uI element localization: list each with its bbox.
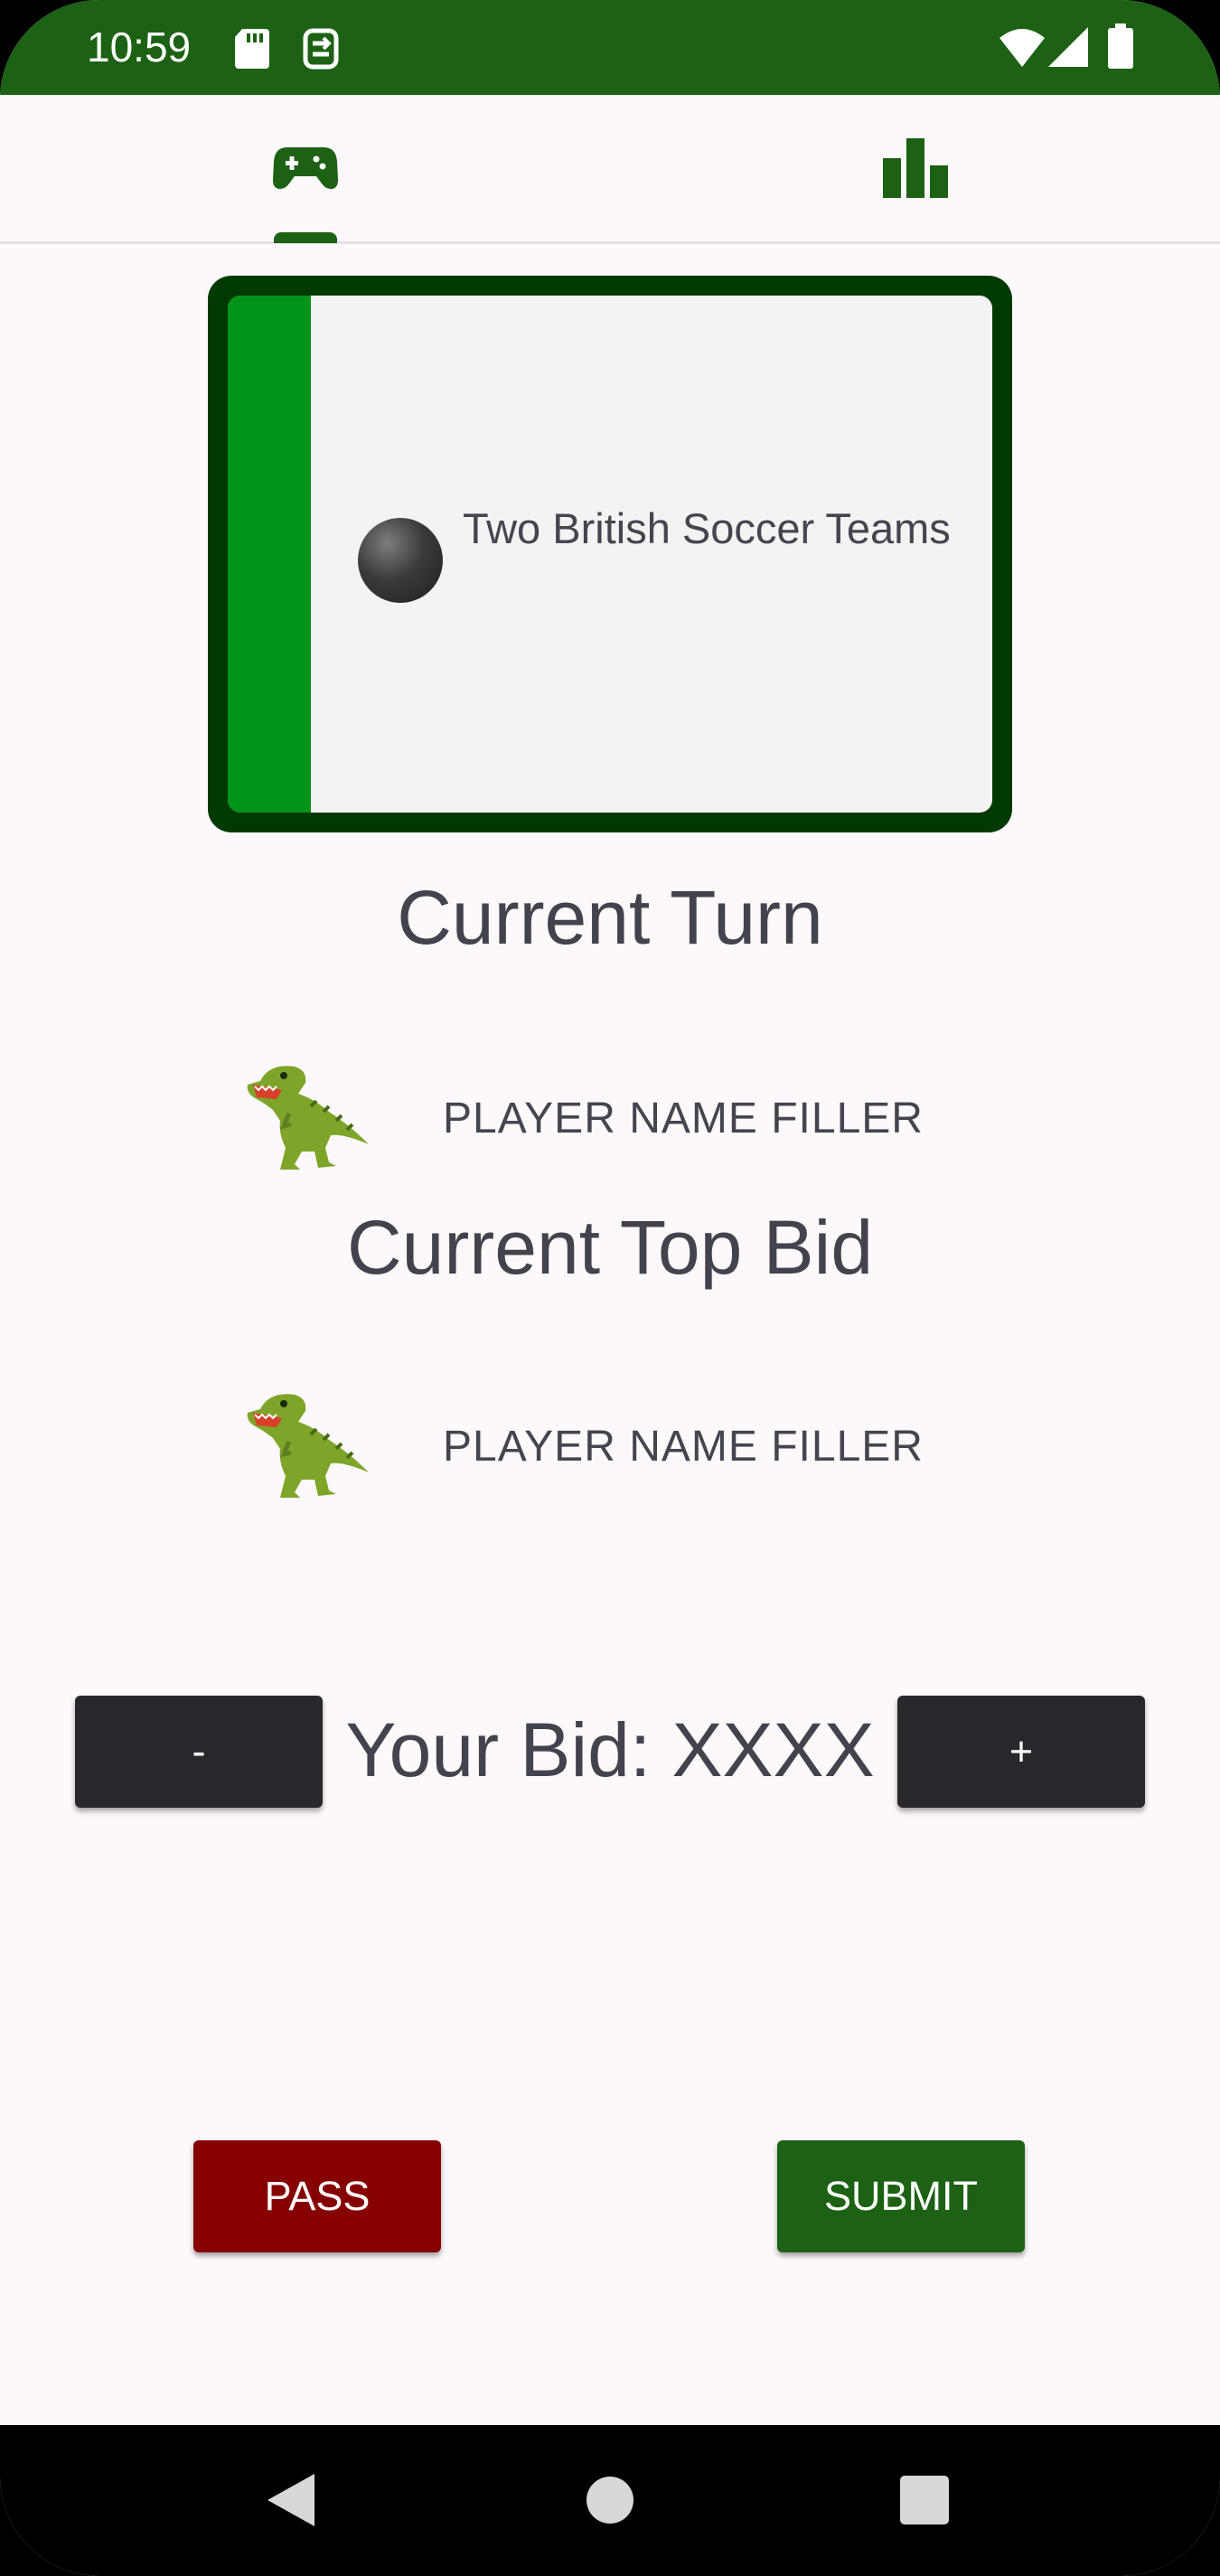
- current-top-bid-heading: Current Top Bid: [346, 1205, 874, 1290]
- current-turn-heading: Current Turn: [397, 875, 823, 960]
- submit-button[interactable]: SUBMIT: [777, 2140, 1025, 2252]
- topic-card-stripe: [228, 296, 311, 813]
- signal-icon: [1048, 27, 1088, 71]
- recents-icon[interactable]: [900, 2476, 949, 2529]
- pass-button[interactable]: PASS: [193, 2140, 441, 2252]
- current-turn-player: PLAYER NAME FILLER: [0, 1058, 1220, 1175]
- tab-game[interactable]: [0, 95, 610, 243]
- soccer-ball-icon: [358, 518, 443, 603]
- dinosaur-icon: [242, 1386, 371, 1503]
- dinosaur-icon: [242, 1058, 371, 1175]
- sd-card-icon: [235, 29, 269, 73]
- battery-icon: [1108, 24, 1133, 73]
- status-bar: 10:59: [0, 0, 1220, 95]
- your-bid-label: Your Bid: XXXX: [345, 1707, 875, 1792]
- topic-card: Two British Soccer Teams: [208, 276, 1012, 832]
- wifi-icon: [999, 27, 1045, 71]
- app-screen: 10:59 Two British Soccer Teams Current T…: [0, 0, 1220, 2576]
- gamepad-icon: [273, 146, 338, 195]
- top-bid-player-name: PLAYER NAME FILLER: [443, 1423, 924, 1471]
- topic-card-text: Two British Soccer Teams: [463, 504, 951, 552]
- sync-icon: [302, 27, 340, 75]
- back-icon[interactable]: [267, 2474, 314, 2531]
- current-turn-player-name: PLAYER NAME FILLER: [443, 1095, 924, 1142]
- tab-bar: [0, 95, 1220, 244]
- top-bid-player: PLAYER NAME FILLER: [0, 1386, 1220, 1503]
- topic-card-body: Two British Soccer Teams: [228, 296, 992, 813]
- bar-chart-icon: [883, 138, 948, 202]
- tab-stats[interactable]: [610, 95, 1220, 241]
- navigation-bar: [0, 2425, 1220, 2576]
- status-time: 10:59: [87, 24, 192, 71]
- tab-selected-indicator: [274, 232, 337, 243]
- decrement-bid-button[interactable]: -: [75, 1696, 323, 1808]
- increment-bid-button[interactable]: +: [897, 1696, 1145, 1808]
- home-icon[interactable]: [586, 2476, 634, 2529]
